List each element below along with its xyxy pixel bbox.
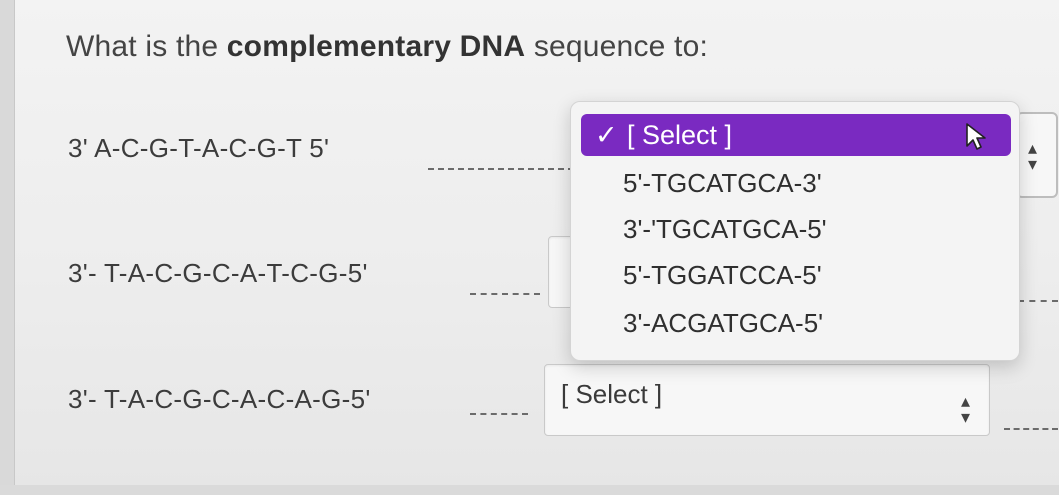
dropdown-option[interactable]: 3'-'TGCATGCA-5' [623,214,827,245]
answer-select-3[interactable]: [ Select ] ▴ ▾ [544,364,990,436]
blank-line-1 [428,168,574,170]
dropdown-option[interactable]: 3'-ACGATGCA-5' [623,308,823,339]
dropdown-option-selected[interactable]: ✓ [ Select ] [581,114,1011,156]
sequence-1: 3' A-C-G-T-A-C-G-T 5' [68,133,330,163]
page-edge [0,0,15,495]
blank-line-3 [470,413,528,415]
question-suffix: sequence to: [525,30,709,63]
dropdown-option[interactable]: 5'-TGCATGCA-3' [623,168,822,199]
dropdown-option[interactable]: 5'-TGGATCCA-5' [623,260,822,291]
blank-line-2-right [1018,300,1058,302]
checkmark-icon: ✓ [595,120,618,150]
select-3-value: [ Select ] [561,379,663,409]
selected-option-label: [ Select ] [627,120,733,150]
updown-arrows-icon: ▴ ▾ [961,391,971,427]
mouse-cursor-icon [965,122,987,157]
question-text: What is the complementary DNA sequence t… [66,30,708,64]
question-prefix: What is the [66,30,227,63]
blank-line-2 [470,293,540,295]
answer-select-1[interactable]: ▴ ▾ [1016,112,1058,198]
dropdown-menu: ✓ [ Select ] 5'-TGCATGCA-3' 3'-'TGCATGCA… [570,101,1020,361]
question-bold: complementary DNA [226,30,526,63]
updown-arrows-icon: ▴ ▾ [1028,138,1038,174]
sequence-3: 3'- T-A-C-G-C-A-C-A-G-5' [68,384,371,414]
sequence-2: 3'- T-A-C-G-C-A-T-C-G-5' [68,258,368,288]
bottom-edge [0,485,1059,495]
blank-line-3-right [1004,428,1058,430]
